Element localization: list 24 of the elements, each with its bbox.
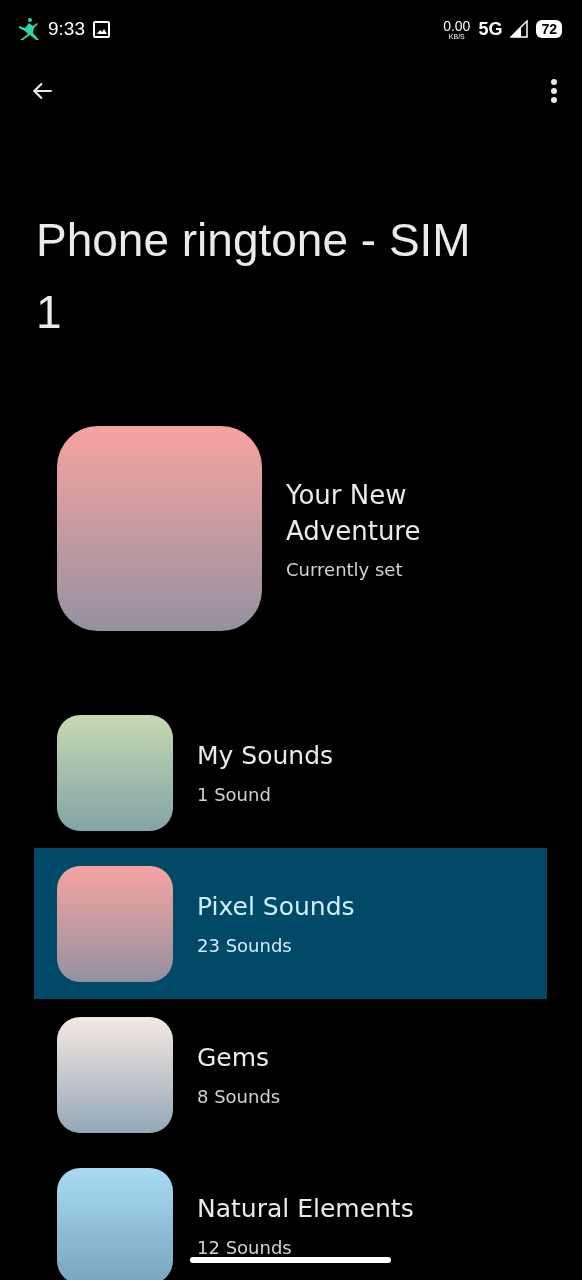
network-speed: 0.00: [443, 18, 471, 33]
ringtone-name: Your New Adventure: [286, 479, 422, 548]
sound-count: 23 Sounds: [197, 934, 293, 956]
network-type: 5G: [478, 18, 503, 40]
sound-count: 12 Sounds: [197, 1236, 293, 1258]
category-name: Pixel Sounds: [197, 891, 355, 921]
sound-count: 8 Sounds: [197, 1085, 281, 1107]
more-vertical-icon: [550, 78, 558, 104]
category-name: Gems: [197, 1042, 271, 1072]
clock-time: 9:33: [48, 18, 85, 40]
sound-category-item[interactable]: Natural Elements 12 Sounds: [34, 1150, 547, 1280]
signal-icon: [510, 20, 529, 38]
sound-category-item[interactable]: My Sounds 1 Sound: [34, 697, 547, 848]
figure-icon: [16, 16, 40, 42]
ringtone-status: Currently set: [286, 559, 404, 580]
page-title: Phone ringtone - SIM 1: [35, 213, 472, 340]
sound-category-item[interactable]: Pixel Sounds 23 Sounds: [34, 848, 547, 999]
category-name: My Sounds: [197, 740, 334, 770]
sound-category-item[interactable]: Gems 8 Sounds: [34, 999, 547, 1150]
category-name: Natural Elements: [197, 1193, 414, 1223]
sound-count: 1 Sound: [197, 783, 272, 805]
gesture-handle[interactable]: [190, 1257, 391, 1263]
battery-level: 72: [536, 20, 562, 38]
image-icon: [93, 20, 110, 38]
